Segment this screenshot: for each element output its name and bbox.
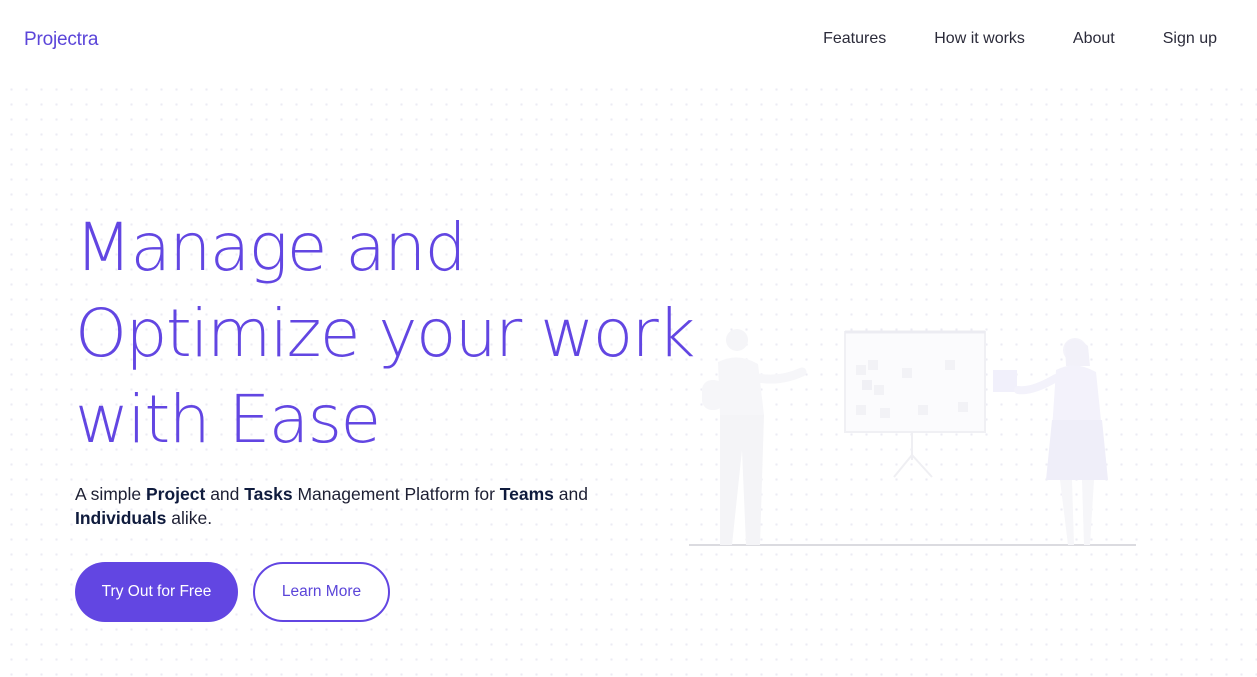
- top-navbar: Projectra Features How it works About Si…: [0, 0, 1257, 78]
- hero-title-line-1: Manage and: [75, 209, 467, 286]
- subtitle-text: A simple: [75, 484, 146, 504]
- brand-logo[interactable]: Projectra: [24, 29, 98, 51]
- team-presentation-illustration: [689, 329, 1136, 546]
- nav-link-how-it-works[interactable]: How it works: [934, 30, 1025, 48]
- subtitle-bold-individuals: Individuals: [75, 508, 167, 528]
- learn-more-button[interactable]: Learn More: [253, 562, 390, 622]
- hero-title-line-2: Optimize your work: [75, 295, 696, 372]
- nav-links: Features How it works About Sign up: [775, 30, 1217, 48]
- subtitle-text: Management Platform for: [292, 484, 500, 504]
- try-out-for-free-button[interactable]: Try Out for Free: [75, 562, 238, 622]
- subtitle-text: and: [553, 484, 588, 504]
- subtitle-bold-project: Project: [146, 484, 206, 504]
- subtitle-text: alike.: [166, 508, 213, 528]
- nav-link-about[interactable]: About: [1073, 30, 1115, 48]
- hero-title: Manage and Optimize your work with Ease: [75, 205, 696, 463]
- subtitle-text: and: [205, 484, 245, 504]
- hero-subtitle: A simple Project and Tasks Management Pl…: [75, 482, 595, 530]
- nav-link-features[interactable]: Features: [823, 30, 886, 48]
- nav-link-sign-up[interactable]: Sign up: [1163, 30, 1217, 48]
- subtitle-bold-tasks: Tasks: [244, 484, 293, 504]
- subtitle-bold-teams: Teams: [499, 484, 554, 504]
- landing-page: Projectra Features How it works About Si…: [0, 0, 1257, 677]
- hero-title-line-3: with Ease: [75, 381, 381, 458]
